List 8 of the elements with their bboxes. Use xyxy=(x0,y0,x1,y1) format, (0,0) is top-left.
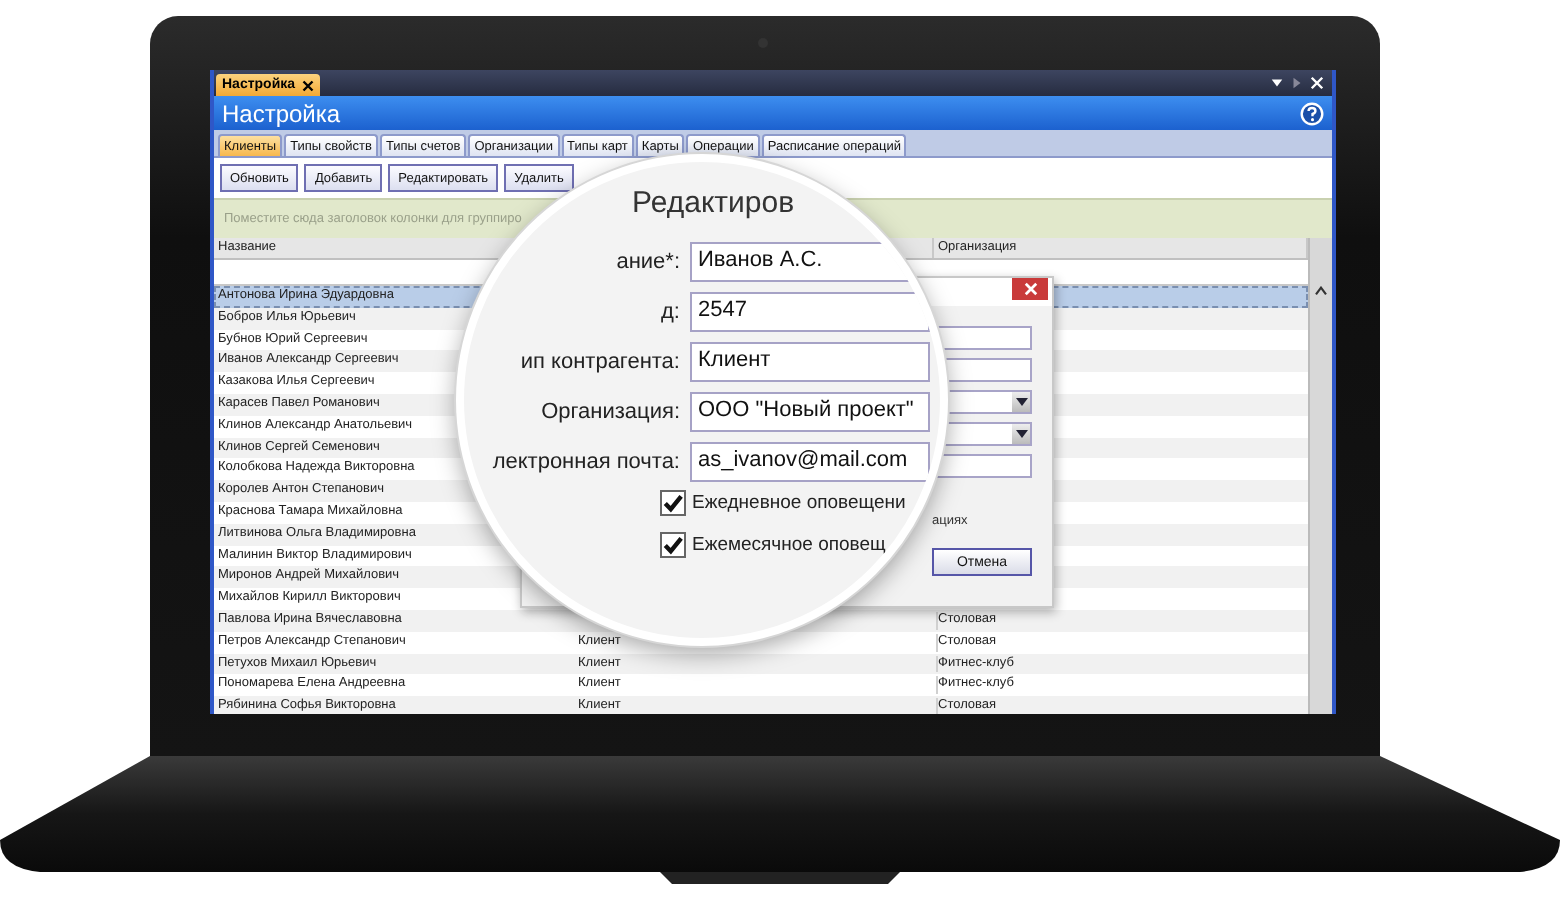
field-label: д: xyxy=(659,300,680,324)
checkbox-label: Ежемесячное оповещ xyxy=(692,534,886,556)
window-title: Настройка xyxy=(222,99,341,127)
dialog-title: Редактиров xyxy=(632,186,795,220)
checkbox-label: Ежедневное оповещени xyxy=(692,492,906,514)
field-label: лектронная почта: xyxy=(490,450,680,474)
field-label: ип контрагента: xyxy=(518,350,680,374)
field-label: ание*: xyxy=(614,250,680,274)
